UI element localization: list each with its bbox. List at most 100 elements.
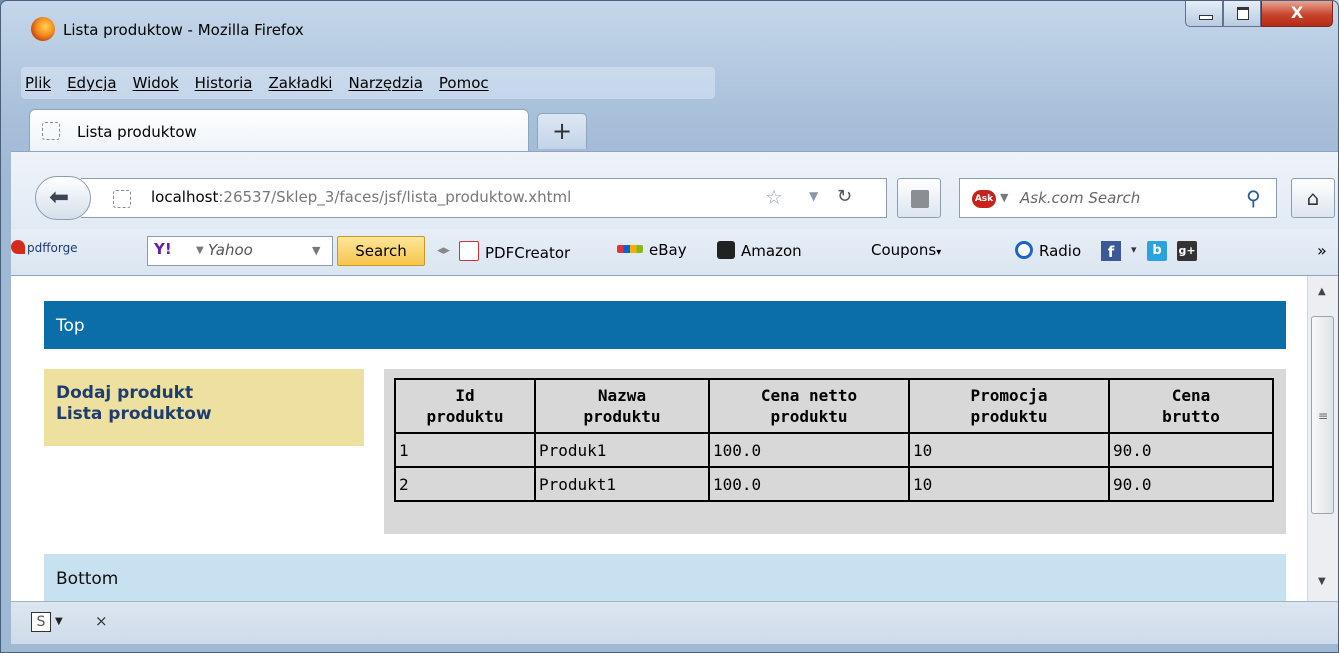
radio-bookmark[interactable]: Radio [1015, 241, 1081, 260]
radio-label: Radio [1039, 242, 1082, 260]
coupons-bookmark[interactable]: Coupons▾ [871, 241, 941, 259]
column-header-id: Id produktu [394, 378, 536, 434]
search-icon[interactable]: ⚲ [1246, 186, 1261, 210]
window-title: Lista produktow - Mozilla Firefox [63, 21, 304, 39]
menu-zakladki[interactable]: Zakładki [268, 74, 332, 92]
dodaj-produkt-link[interactable]: Dodaj produkt [56, 383, 364, 404]
bookmarks-button[interactable] [897, 178, 941, 218]
yahoo-logo-icon: Y! [154, 240, 172, 258]
menu-pomoc[interactable]: Pomoc [439, 74, 489, 92]
back-button[interactable]: ⬅ [35, 176, 91, 220]
scroll-down-arrow-icon[interactable]: ▼ [1318, 576, 1326, 587]
yahoo-search-field[interactable]: Y! ▼ Yahoo ▼ [147, 236, 333, 266]
status-bar: S ▼ × [11, 601, 1338, 644]
table-row: 1 Produk1 100.0 10 90.0 [394, 432, 1274, 468]
search-engine-dropdown-icon[interactable]: ▼ [1000, 191, 1008, 204]
addon-s-icon[interactable]: S [31, 612, 51, 632]
reload-icon[interactable]: ↻ [837, 186, 852, 207]
menu-narzedzia[interactable]: Narzędzia [348, 74, 422, 92]
tab-lista-produktow[interactable]: Lista produktow [29, 109, 529, 151]
page-top-header: Top [44, 301, 1286, 349]
column-header-promotion: Promocja produktu [908, 378, 1110, 434]
site-identity-icon[interactable] [113, 190, 131, 208]
cell-id: 2 [394, 466, 536, 502]
cell-promotion: 10 [908, 466, 1110, 502]
yahoo-engine-dropdown-icon[interactable]: ▼ [196, 245, 204, 256]
cell-net-price: 100.0 [708, 466, 910, 502]
url-host: localhost [151, 188, 219, 206]
pdfcreator-label: PDFCreator [485, 244, 571, 262]
menu-edycja[interactable]: Edycja [67, 74, 116, 92]
coupons-label: Coupons [871, 241, 937, 259]
page-bottom-footer: Bottom [44, 554, 1286, 601]
pdfcreator-bookmark[interactable]: PDFCreator [459, 241, 570, 262]
cell-promotion: 10 [908, 432, 1110, 468]
search-box[interactable]: Ask ▼ Ask.com Search ⚲ [959, 178, 1277, 218]
home-icon: ⌂ [1306, 186, 1320, 210]
cell-net-price: 100.0 [708, 432, 910, 468]
scrollbar-grip-icon: ≡ [1318, 409, 1329, 423]
scrollbar-thumb[interactable]: ≡ [1311, 316, 1334, 514]
menu-widok[interactable]: Widok [133, 74, 179, 92]
facebook-icon[interactable]: f [1101, 241, 1121, 261]
bookmarks-toolbar: pdfforge Y! ▼ Yahoo ▼ Search ◂▸ PDFCreat… [11, 229, 1338, 276]
cell-gross-price: 90.0 [1108, 466, 1274, 502]
amazon-label: Amazon [741, 242, 802, 260]
toolbar-separator-icon: ◂▸ [437, 243, 451, 258]
amazon-bookmark[interactable]: Amazon [717, 241, 802, 260]
minimize-button[interactable] [1185, 1, 1223, 27]
column-header-net-price: Cena netto produktu [708, 378, 910, 434]
amazon-icon [717, 241, 735, 259]
cell-name: Produkt1 [534, 466, 710, 502]
menu-bar: Plik Edycja Widok Historia Zakładki Narz… [21, 67, 715, 99]
menu-historia[interactable]: Historia [195, 74, 253, 92]
column-header-name: Nazwa produktu [534, 378, 710, 434]
products-table-panel: Id produktu Nazwa produktu Cena netto produ… [384, 369, 1286, 534]
search-placeholder[interactable]: Ask.com Search [1020, 189, 1140, 207]
addon-dropdown-icon[interactable]: ▼ [55, 616, 63, 627]
scroll-up-arrow-icon[interactable]: ▲ [1318, 286, 1326, 297]
yahoo-dropdown-icon[interactable]: ▼ [312, 244, 320, 257]
url-text: localhost:26537/Sklep_3/faces/jsf/lista_… [151, 188, 571, 206]
browser-window: Lista produktow - Mozilla Firefox X Plik… [0, 0, 1339, 653]
url-path: :26537/Sklep_3/faces/jsf/lista_produktow… [218, 188, 572, 206]
menu-plik[interactable]: Plik [25, 74, 51, 92]
search-engine-icon[interactable]: Ask [972, 190, 996, 208]
close-button[interactable]: X [1261, 1, 1333, 27]
facebook-dropdown-icon[interactable]: ▾ [1131, 243, 1137, 256]
cell-id: 1 [394, 432, 536, 468]
pdfforge-bookmark[interactable]: pdfforge [11, 240, 78, 255]
new-tab-button[interactable]: + [537, 113, 587, 149]
b-bookmark-icon[interactable]: b [1147, 241, 1167, 261]
bookmarks-icon [911, 190, 929, 208]
google-plus-icon[interactable]: g+ [1177, 241, 1197, 261]
navigation-toolbar: localhost:26537/Sklep_3/faces/jsf/lista_… [11, 151, 1338, 230]
coupons-dropdown-icon: ▾ [936, 247, 942, 258]
radio-icon [1015, 241, 1033, 259]
url-history-dropdown-icon[interactable]: ▼ [809, 189, 818, 203]
back-arrow-icon: ⬅ [49, 183, 70, 211]
more-bookmarks-chevron-icon[interactable]: » [1317, 241, 1327, 260]
close-addon-bar-icon[interactable]: × [95, 612, 108, 630]
page-content: Top Dodaj produkt Lista produktow Id prod… [11, 276, 1307, 601]
url-bar[interactable]: localhost:26537/Sklep_3/faces/jsf/lista_… [81, 178, 887, 218]
bookmark-star-icon[interactable]: ☆ [765, 185, 783, 209]
maximize-button[interactable] [1223, 1, 1261, 27]
yahoo-placeholder: Yahoo [208, 241, 253, 259]
title-bar: Lista produktow - Mozilla Firefox X [1, 1, 1338, 41]
maximize-icon [1237, 7, 1249, 20]
firefox-logo-icon [31, 17, 55, 41]
vertical-scrollbar[interactable]: ▲ ≡ ▼ [1307, 276, 1338, 601]
page-favicon-icon [42, 122, 60, 140]
lista-produktow-link[interactable]: Lista produktow [56, 404, 364, 425]
ebay-icon [617, 245, 643, 253]
table-row: 2 Produkt1 100.0 10 90.0 [394, 466, 1274, 502]
table-header-row: Id produktu Nazwa produktu Cena netto produ… [394, 378, 1274, 434]
close-icon: X [1290, 3, 1304, 22]
yahoo-search-button[interactable]: Search [337, 236, 425, 266]
left-navigation-panel: Dodaj produkt Lista produktow [44, 369, 364, 446]
pdf-icon [459, 241, 479, 261]
tab-label: Lista produktow [77, 123, 197, 141]
home-button[interactable]: ⌂ [1291, 178, 1335, 218]
ebay-bookmark[interactable]: eBay [617, 241, 687, 259]
